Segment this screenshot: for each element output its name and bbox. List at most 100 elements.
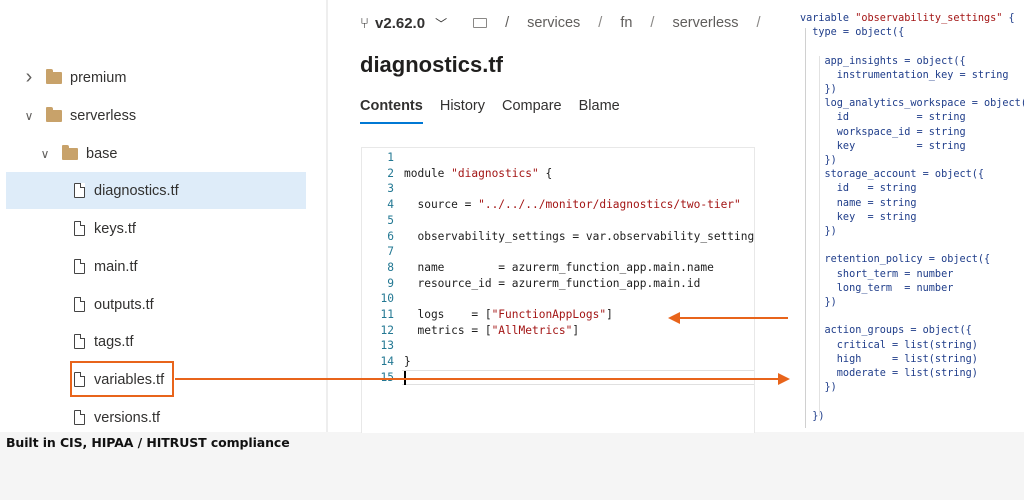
snippet-line: key = string <box>800 211 917 225</box>
code-line: 4 source = "../../../monitor/diagnostics… <box>362 197 754 213</box>
folder-icon <box>46 110 62 122</box>
line-number: 12 <box>362 323 394 339</box>
snippet-line: log_analytics_workspace = object({ <box>800 97 1024 111</box>
snippet-line: action_groups = object({ <box>800 324 972 338</box>
code-line: 7 <box>362 244 754 260</box>
snippet-line: high = list(string) <box>800 353 978 367</box>
file-icon <box>74 334 85 349</box>
tree-item-outputs-tf[interactable]: outputs.tf <box>6 286 306 323</box>
branch-selector[interactable]: v2.62.0 <box>375 15 425 32</box>
tree-item-label: outputs.tf <box>94 297 154 313</box>
code-line: 11 logs = ["FunctionAppLogs"] <box>362 307 754 323</box>
line-number: 5 <box>362 213 394 229</box>
code-line: 8 name = azurerm_function_app.main.name <box>362 260 754 276</box>
code-text: name = azurerm_function_app.main.name <box>404 261 714 274</box>
snippet-line: }) <box>800 296 837 310</box>
line-number: 11 <box>362 307 394 323</box>
code-editor[interactable]: 12module "diagnostics" {34 source = "../… <box>361 147 755 433</box>
snippet-line: workspace_id = string <box>800 126 966 140</box>
snippet-line: app_insights = object({ <box>800 55 966 69</box>
line-number: 3 <box>362 181 394 197</box>
tree-item-premium[interactable]: › premium <box>6 59 306 96</box>
snippet-line: key = string <box>800 140 966 154</box>
code-text: resource_id = azurerm_function_app.main.… <box>404 277 700 290</box>
breadcrumb-sep: / <box>650 15 654 31</box>
file-icon <box>74 259 85 274</box>
tree-item-label: keys.tf <box>94 221 136 237</box>
tree-item-label: base <box>86 146 117 162</box>
snippet-line: id = string <box>800 111 966 125</box>
tree-item-base[interactable]: ∨ base <box>6 135 306 172</box>
tree-item-main-tf[interactable]: main.tf <box>6 248 306 285</box>
chevron-down-icon[interactable]: ∨ <box>38 147 52 161</box>
code-text: logs = ["FunctionAppLogs"] <box>404 308 613 321</box>
line-number: 1 <box>362 150 394 166</box>
tree-item-versions-tf[interactable]: versions.tf <box>6 399 306 436</box>
snippet-line: variable "observability_settings" { <box>800 12 1015 26</box>
code-line: 10 <box>362 291 754 307</box>
tree-item-label: diagnostics.tf <box>94 183 179 199</box>
line-number: 4 <box>362 197 394 213</box>
text-cursor <box>404 371 406 385</box>
file-tabs: Contents History Compare Blame <box>360 98 637 124</box>
chevron-down-icon[interactable]: ﹀ <box>435 15 447 32</box>
line-number: 2 <box>362 166 394 182</box>
code-line: 6 observability_settings = var.observabi… <box>362 229 754 245</box>
current-line-highlight <box>402 370 754 385</box>
repo-header: ⑂ v2.62.0 ﹀ / services / fn / serverless… <box>360 8 780 38</box>
code-line: 9 resource_id = azurerm_function_app.mai… <box>362 276 754 292</box>
snippet-line: }) <box>800 225 837 239</box>
snippet-line: short_term = number <box>800 268 953 282</box>
code-text: source = "../../../monitor/diagnostics/t… <box>404 198 741 211</box>
snippet-line: }) <box>800 83 837 97</box>
line-number: 7 <box>362 244 394 260</box>
file-icon <box>74 183 85 198</box>
tree-item-label: tags.tf <box>94 334 134 350</box>
branch-icon: ⑂ <box>360 15 369 32</box>
chevron-right-icon[interactable]: › <box>22 71 36 85</box>
tree-item-keys-tf[interactable]: keys.tf <box>6 210 306 247</box>
tab-blame[interactable]: Blame <box>579 98 620 124</box>
tree-item-label: serverless <box>70 108 136 124</box>
snippet-line: }) <box>800 410 825 424</box>
tab-contents[interactable]: Contents <box>360 98 423 124</box>
tree-item-label: main.tf <box>94 259 138 275</box>
line-number: 13 <box>362 338 394 354</box>
breadcrumb-sep: / <box>505 15 509 31</box>
code-line: 13 <box>362 338 754 354</box>
snippet-line: }) <box>800 154 837 168</box>
snippet-line: moderate = list(string) <box>800 367 978 381</box>
code-line: 14} <box>362 354 754 370</box>
line-number: 9 <box>362 276 394 292</box>
tree-item-tags-tf[interactable]: tags.tf <box>6 323 306 360</box>
variables-highlight-box <box>70 361 174 397</box>
snippet-line: retention_policy = object({ <box>800 253 990 267</box>
code-line: 5 <box>362 213 754 229</box>
file-icon <box>74 221 85 236</box>
line-number: 10 <box>362 291 394 307</box>
snippet-line: instrumentation_key = string <box>800 69 1009 83</box>
breadcrumb-serverless[interactable]: serverless <box>672 15 738 31</box>
snippet-line: }) <box>800 381 837 395</box>
line-number: 8 <box>362 260 394 276</box>
tab-history[interactable]: History <box>440 98 485 124</box>
file-icon <box>74 297 85 312</box>
tab-compare[interactable]: Compare <box>502 98 562 124</box>
tree-item-diagnostics-tf[interactable]: diagnostics.tf <box>6 172 306 209</box>
breadcrumb-services[interactable]: services <box>527 15 580 31</box>
snippet-line: id = string <box>800 182 917 196</box>
page-title: diagnostics.tf <box>360 52 503 78</box>
breadcrumb-fn[interactable]: fn <box>620 15 632 31</box>
code-line: 1 <box>362 150 754 166</box>
line-number: 14 <box>362 354 394 370</box>
tree-item-label: versions.tf <box>94 410 160 426</box>
caption: Built in CIS, HIPAA / HITRUST compliance <box>6 435 290 450</box>
folder-icon[interactable] <box>473 18 487 28</box>
tree-item-label: premium <box>70 70 126 86</box>
tree-item-serverless[interactable]: ∨ serverless <box>6 97 306 134</box>
line-number: 15 <box>362 370 394 386</box>
code-line: 2module "diagnostics" { <box>362 166 754 182</box>
code-text: observability_settings = var.observabili… <box>404 230 755 243</box>
code-text: } <box>404 355 411 368</box>
chevron-down-icon[interactable]: ∨ <box>22 109 36 123</box>
